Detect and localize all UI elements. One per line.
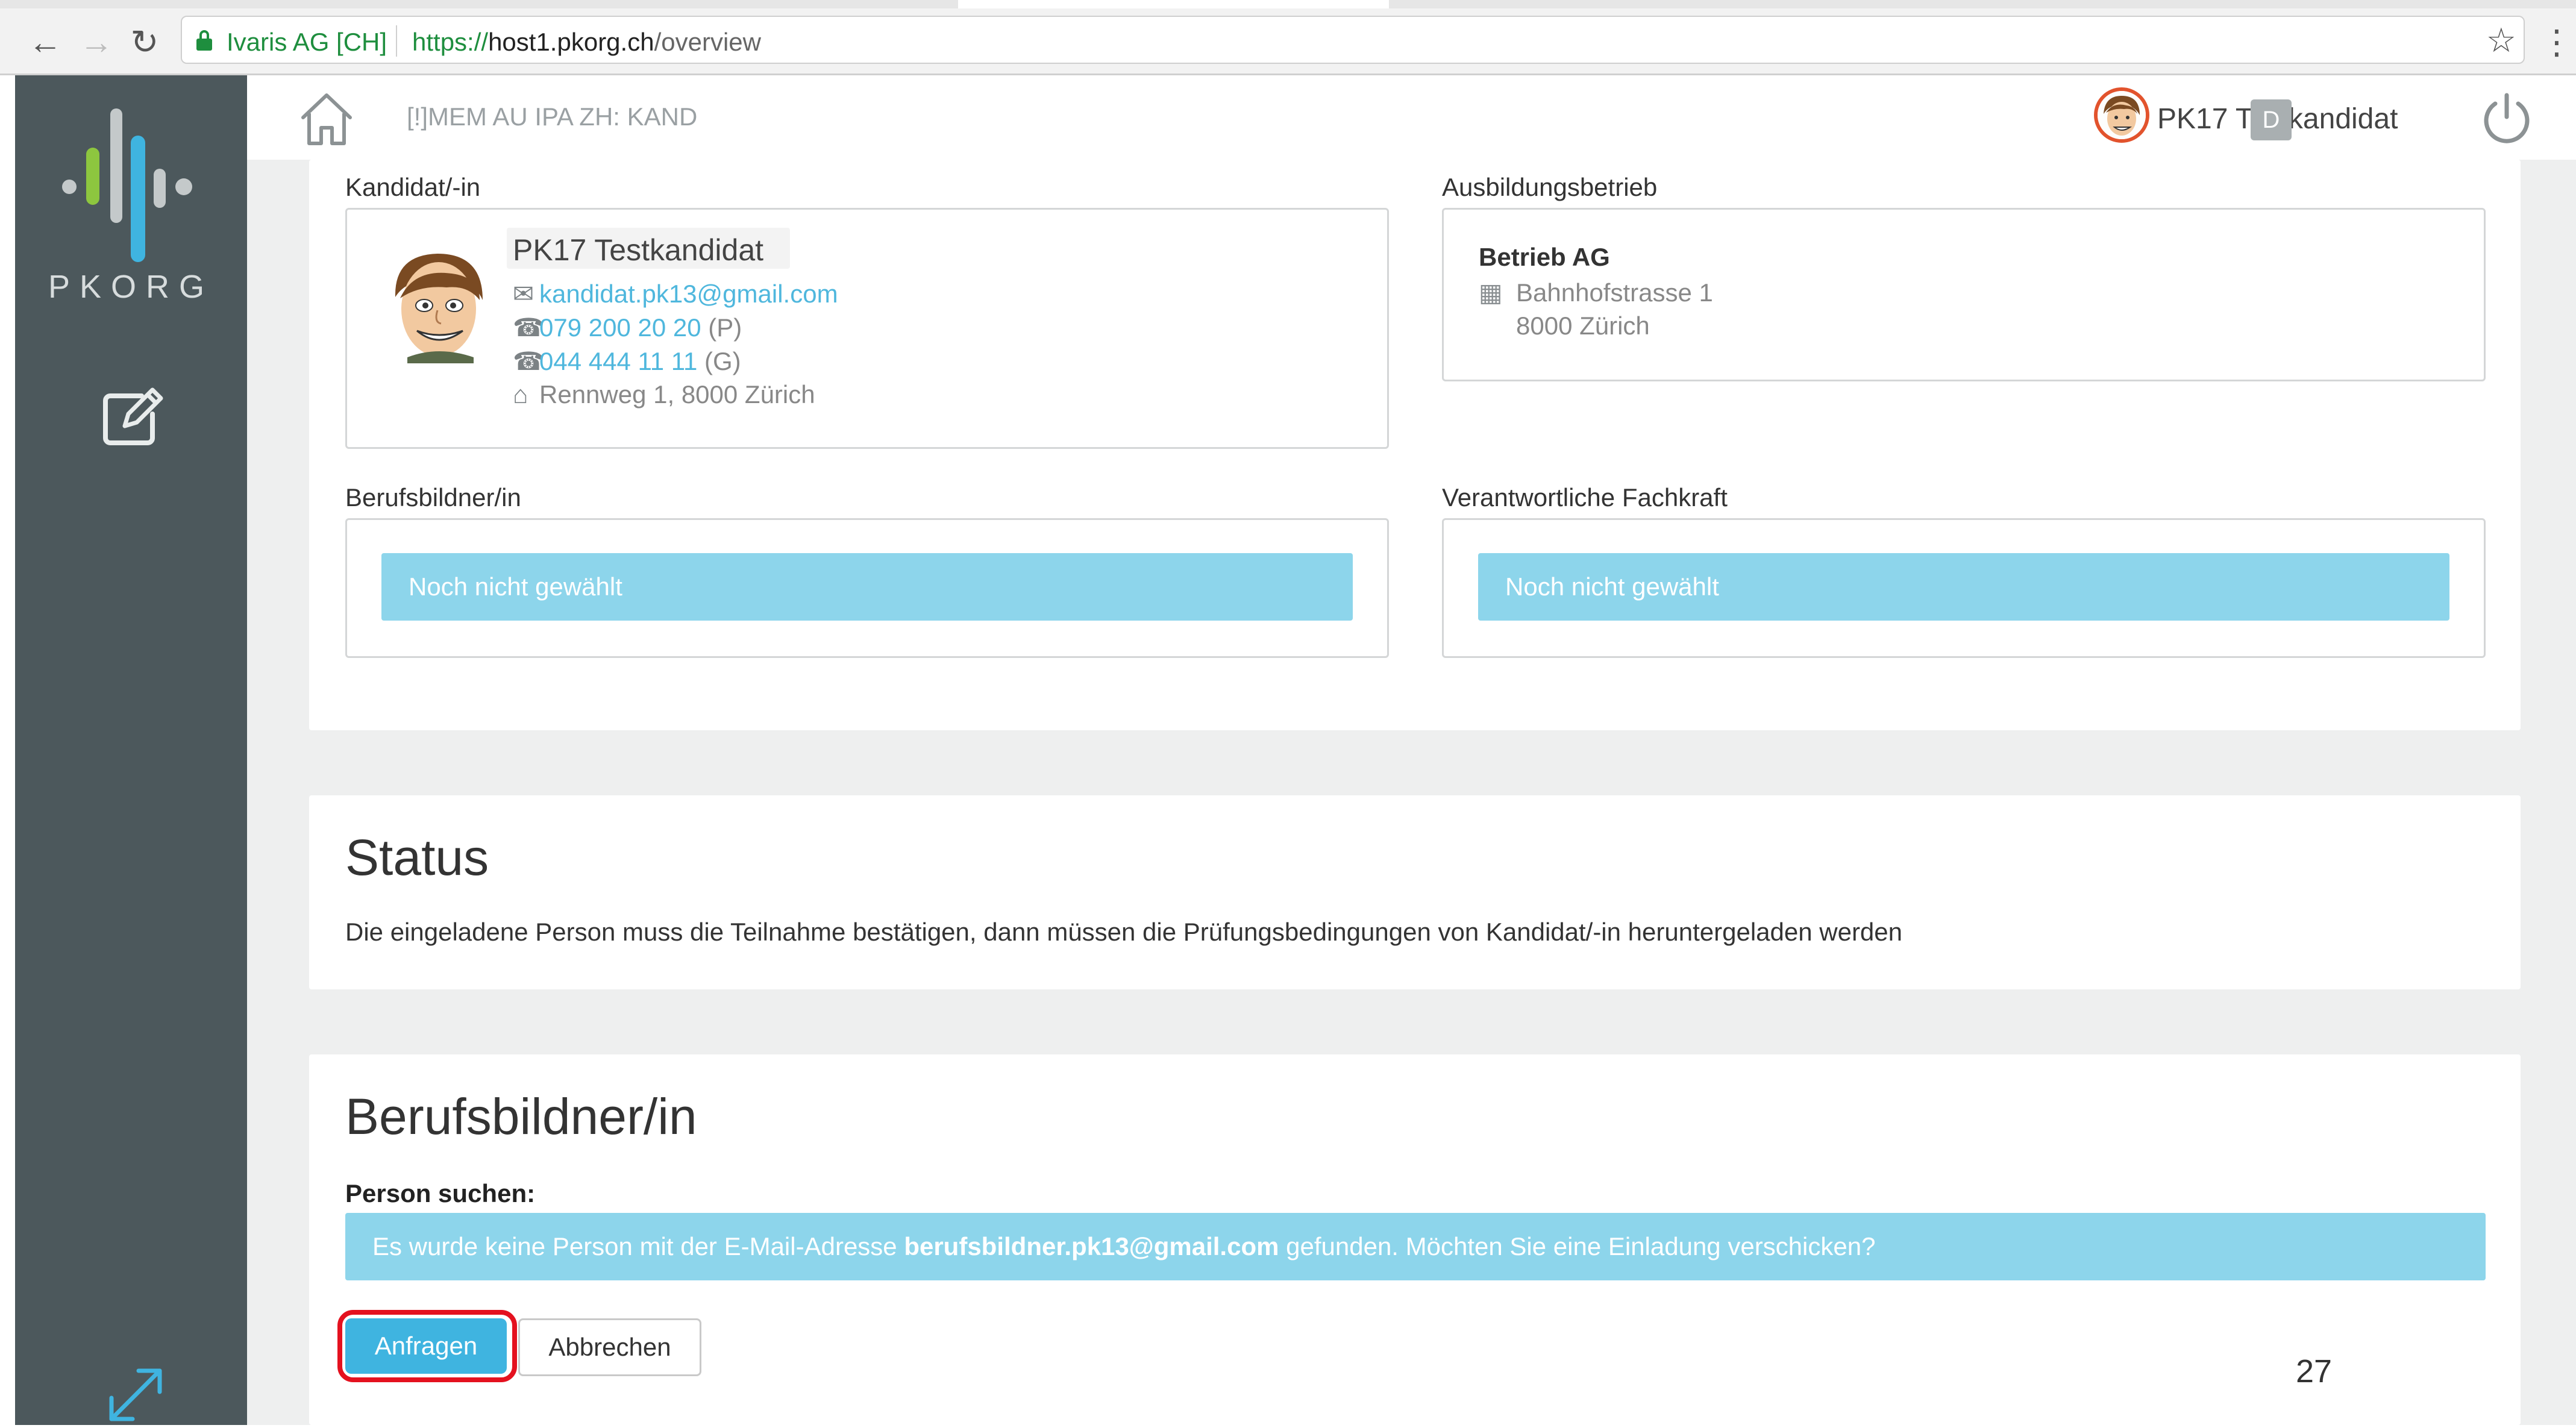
forward-arrow-icon[interactable]: → [78,18,114,66]
company-box: Betrieb AG ▦ Bahnhofstrasse 1 8000 Zürich [1442,208,2486,381]
active-tab[interactable] [958,0,1389,8]
address-separator [396,25,397,57]
browser-toolbar: ← → ↻ Ivaris AG [CH] https://host1.pkorg… [0,0,2576,75]
logo-text: PKORG [48,269,215,305]
candidate-address: Rennweg 1, 8000 Zürich [539,380,815,409]
candidate-avatar [395,254,483,363]
candidate-email-link[interactable]: kandidat.pk13@gmail.com [539,280,838,308]
trainer-box: Noch nicht gewählt [345,518,1389,658]
candidate-phone-business-link[interactable]: 044 444 11 11 [539,347,697,375]
language-badge[interactable]: D [2251,99,2292,140]
sidebar: PKORG [15,75,247,1425]
browser-menu-icon[interactable]: ⋮ [2540,18,2574,66]
building-icon: ▦ [1479,278,1503,307]
status-card: Status Die eingeladene Person muss die T… [309,795,2521,989]
expand-icon[interactable] [102,1362,169,1428]
specialist-not-selected: Noch nicht gewählt [1478,553,2449,621]
candidate-address-row: ⌂ Rennweg 1, 8000 Zürich [513,380,815,409]
url-path: /overview [654,28,761,56]
person-not-found-message: Es wurde keine Person mit der E-Mail-Adr… [345,1213,2486,1280]
url-scheme: https:// [412,28,489,56]
power-icon[interactable] [2480,90,2534,145]
company-street-row: ▦ Bahnhofstrasse 1 [1479,278,1713,307]
company-section-label: Ausbildungsbetrieb [1442,173,1658,201]
request-button[interactable]: Anfragen [345,1318,507,1374]
candidate-email-row: ✉ kandidat.pk13@gmail.com [513,279,838,308]
pkorg-logo-icon [62,108,192,262]
page-number: 27 [2296,1353,2333,1389]
specialist-box: Noch nicht gewählt [1442,518,2486,658]
user-avatar[interactable] [2094,87,2149,143]
candidate-phone-business-row: ☎044 444 11 11 (G) [513,346,741,376]
back-arrow-icon[interactable]: ← [27,18,63,66]
address-bar[interactable]: Ivaris AG [CH] https://host1.pkorg.ch/ov… [181,16,2525,64]
company-street: Bahnhofstrasse 1 [1516,278,1713,307]
phone-private-suffix: (P) [708,313,742,342]
phone-icon: ☎ [513,313,545,342]
envelope-icon: ✉ [513,280,534,308]
avatar-face-icon [2098,91,2146,139]
phone-business-suffix: (G) [704,347,741,375]
site-identity: Ivaris AG [CH] [227,28,387,56]
house-icon: ⌂ [513,380,528,409]
trainer-section-label: Berufsbildner/in [345,483,521,512]
status-text: Die eingeladene Person muss die Teilnahm… [345,918,1903,946]
bookmark-star-icon[interactable]: ☆ [2486,20,2516,60]
participants-card: Kandidat/-in PK17 Testkandidat ✉ kandidat… [309,160,2521,730]
context-label: [!]MEM AU IPA ZH: KAND [407,102,698,131]
candidate-section-label: Kandidat/-in [345,173,481,201]
lock-icon [196,30,212,51]
trainer-search-title: Berufsbildner/in [345,1088,697,1145]
company-city: 8000 Zürich [1516,312,1650,340]
url-host: host1.pkorg.ch [488,28,654,56]
cancel-button[interactable]: Abbrechen [518,1318,701,1376]
person-search-label: Person suchen: [345,1179,536,1207]
specialist-section-label: Verantwortliche Fachkraft [1442,483,1728,512]
message-email: berufsbildner.pk13@gmail.com [904,1232,1279,1260]
app-header: [!]MEM AU IPA ZH: KAND PK17 Testkandidat… [247,75,2576,160]
candidate-phone-private-row: ☎079 200 20 20 (P) [513,313,742,342]
reload-icon[interactable]: ↻ [127,18,163,66]
candidate-phone-private-link[interactable]: 079 200 20 20 [539,313,701,342]
message-prefix: Es wurde keine Person mit der E-Mail-Adr… [372,1232,904,1260]
candidate-box: PK17 Testkandidat ✉ kandidat.pk13@gmail.c… [345,208,1389,449]
trainer-not-selected: Noch nicht gewählt [381,553,1353,621]
status-title: Status [345,829,489,886]
phone-icon: ☎ [513,347,545,375]
candidate-name: PK17 Testkandidat [513,233,764,267]
tab-strip [0,0,2576,8]
company-name: Betrieb AG [1479,243,1610,271]
message-suffix: gefunden. Möchten Sie eine Einladung ver… [1279,1232,1876,1260]
edit-icon[interactable] [99,383,166,449]
home-icon[interactable] [298,90,356,148]
url-text[interactable]: https://host1.pkorg.ch/overview [412,28,761,57]
